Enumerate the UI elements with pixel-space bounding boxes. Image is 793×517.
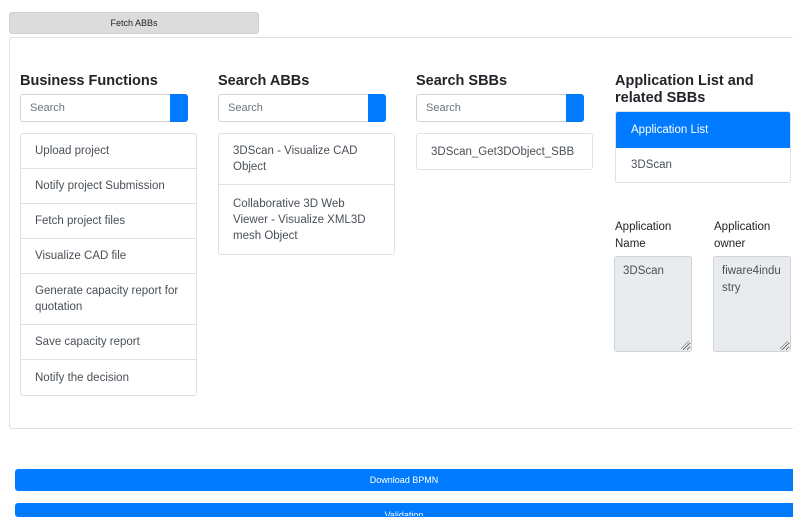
- list-item[interactable]: Visualize CAD file: [21, 239, 196, 274]
- sbbs-list: 3DScan_Get3DObject_SBB: [416, 133, 593, 170]
- business-search-button[interactable]: [170, 94, 188, 122]
- list-item[interactable]: Generate capacity report for quotation: [21, 274, 196, 325]
- application-item[interactable]: 3DScan: [616, 148, 790, 182]
- business-search: [20, 94, 188, 122]
- abbs-search-input[interactable]: [218, 94, 368, 122]
- list-item[interactable]: Notify project Submission: [21, 169, 196, 204]
- sbbs-search-input[interactable]: [416, 94, 566, 122]
- list-item[interactable]: 3DScan - Visualize CAD Object: [219, 134, 394, 185]
- abbs-list: 3DScan - Visualize CAD Object Collaborat…: [218, 133, 395, 255]
- validation-button[interactable]: Validation: [15, 503, 793, 517]
- application-name-value: 3DScan: [623, 265, 664, 277]
- application-list: Application List 3DScan: [615, 111, 791, 183]
- application-list-header[interactable]: Application List: [616, 112, 790, 148]
- fetch-abbs-button[interactable]: Fetch ABBs: [9, 12, 259, 34]
- resize-grip-icon[interactable]: [780, 341, 788, 349]
- application-owner-field[interactable]: fiware4industry: [713, 256, 791, 352]
- list-item[interactable]: Upload project: [21, 134, 196, 169]
- abbs-search: [218, 94, 386, 122]
- resize-grip-icon[interactable]: [681, 341, 689, 349]
- download-bpmn-button[interactable]: Download BPMN: [15, 469, 793, 491]
- list-item[interactable]: 3DScan_Get3DObject_SBB: [417, 134, 592, 169]
- application-owner-label: Application owner: [714, 221, 771, 250]
- search-sbbs-title: Search SBBs: [416, 73, 508, 89]
- list-item[interactable]: Fetch project files: [21, 204, 196, 239]
- application-list-title: Application List and related SBBs: [615, 73, 754, 106]
- sbbs-search-button[interactable]: [566, 94, 584, 122]
- sbbs-search: [416, 94, 584, 122]
- business-search-input[interactable]: [20, 94, 170, 122]
- application-name-label: Application Name: [615, 221, 672, 250]
- list-item[interactable]: Collaborative 3D Web Viewer - Visualize …: [219, 185, 394, 254]
- business-functions-title: Business Functions: [20, 73, 158, 89]
- search-abbs-title: Search ABBs: [218, 73, 310, 89]
- list-item[interactable]: Notify the decision: [21, 360, 196, 395]
- application-name-field[interactable]: 3DScan: [614, 256, 692, 352]
- business-functions-list: Upload project Notify project Submission…: [20, 133, 197, 396]
- application-owner-value: fiware4industry: [722, 265, 781, 294]
- abbs-search-button[interactable]: [368, 94, 386, 122]
- list-item[interactable]: Save capacity report: [21, 325, 196, 360]
